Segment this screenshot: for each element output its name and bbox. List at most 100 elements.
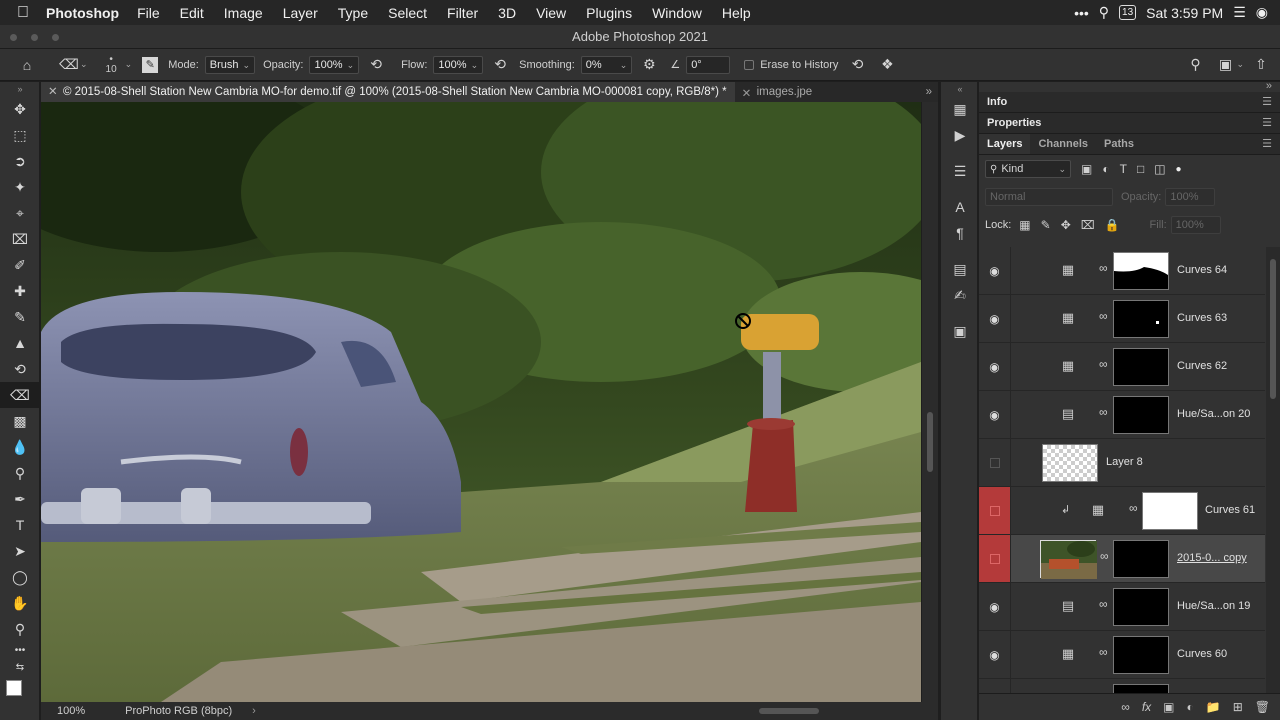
crop-tool-icon[interactable]: ⌖ (0, 200, 40, 226)
scroll-thumb[interactable] (927, 412, 933, 472)
pressure-size-icon[interactable]: ⟲ (846, 54, 868, 76)
pixel-filter-icon[interactable]: ▣ (1081, 162, 1092, 176)
layer-row[interactable]: ◉ ▦ ∞ Curves 63 (979, 295, 1265, 343)
layer-row[interactable] (979, 679, 1265, 693)
trash-icon[interactable]: 🗑 (1255, 700, 1270, 714)
info-panel-header[interactable]: Info ☰ (979, 92, 1280, 113)
layers-list[interactable]: ◉ ▦ ∞ Curves 64 ◉ ▦ ∞ Curves 63 ◉ ▦ ∞ Cu… (979, 247, 1265, 693)
adjustment-filter-icon[interactable]: ◐ (1102, 162, 1109, 176)
lock-pixels-icon[interactable]: ✎ (1041, 218, 1051, 232)
home-icon[interactable]: ⌂ (16, 54, 38, 76)
adjustments-panel-icon[interactable]: ▣ (941, 318, 979, 344)
link-layers-icon[interactable]: ∞ (1121, 700, 1130, 714)
calendar-icon[interactable]: 13 (1119, 5, 1137, 20)
layer-name[interactable]: Curves 60 (1177, 648, 1227, 660)
gradient-tool-icon[interactable]: ▩ (0, 408, 40, 434)
link-icon[interactable]: ∞ (1099, 261, 1109, 275)
foreground-color-swatch[interactable] (6, 680, 22, 696)
filter-toggle-icon[interactable]: ● (1176, 164, 1182, 175)
more-icon[interactable]: ••• (1074, 5, 1089, 21)
visibility-toggle[interactable] (979, 439, 1011, 486)
zoom-level[interactable]: 100% (57, 705, 85, 717)
layers-scrollbar[interactable] (1266, 247, 1280, 693)
layer-name[interactable]: Curves 64 (1177, 264, 1227, 276)
layer-row[interactable]: ↲ ▦ ∞ Curves 61 (979, 487, 1265, 535)
actions-panel-icon[interactable]: ▶ (941, 122, 979, 148)
layer-name[interactable]: 2015-0... copy (1177, 552, 1247, 564)
menu-view[interactable]: View (536, 5, 566, 21)
layer-row[interactable]: ◉ ▦ ∞ Curves 60 (979, 631, 1265, 679)
opacity-field[interactable]: 100% ⌄ (309, 55, 360, 74)
tab-paths[interactable]: Paths (1096, 134, 1142, 154)
blur-tool-icon[interactable]: 💧 (0, 434, 40, 460)
erase-to-history-checkbox[interactable] (744, 59, 755, 70)
eye-icon[interactable]: ◉ (979, 631, 1011, 678)
type-filter-icon[interactable]: T (1120, 162, 1127, 176)
lock-transparent-icon[interactable]: ▦ (1019, 218, 1030, 232)
magic-wand-tool-icon[interactable]: ✦ (0, 174, 40, 200)
document-tab-active[interactable]: ✕ © 2015-08-Shell Station New Cambria MO… (41, 82, 735, 102)
lasso-tool-icon[interactable]: ➲ (0, 148, 40, 174)
close-icon[interactable]: ✕ (48, 82, 58, 102)
brush-settings-icon[interactable]: ✎ (142, 56, 159, 73)
layer-mask-thumbnail[interactable] (1113, 348, 1169, 386)
new-group-icon[interactable]: 📁 (1206, 700, 1221, 714)
history-brush-tool-icon[interactable]: ⟲ (0, 356, 40, 382)
blend-mode-select[interactable]: Normal (985, 188, 1113, 206)
document-tab-images[interactable]: ✕ images.jpe (735, 86, 813, 100)
tab-layers[interactable]: Layers (979, 134, 1031, 154)
healing-brush-tool-icon[interactable]: ✚ (0, 278, 40, 304)
layer-row[interactable]: ◉ ▤ ∞ Hue/Sa...on 20 (979, 391, 1265, 439)
brush-settings-panel-icon[interactable]: ☰ (941, 158, 979, 184)
color-swatches[interactable] (0, 676, 40, 706)
layer-mask-thumbnail[interactable] (1142, 492, 1198, 530)
menu-3d[interactable]: 3D (498, 5, 516, 21)
link-icon[interactable]: ∞ (1100, 549, 1110, 563)
layer-opacity-field[interactable]: 100% (1165, 188, 1216, 206)
link-icon[interactable]: ∞ (1099, 405, 1109, 419)
swap-colors-icon[interactable]: ⇆ (0, 658, 40, 676)
frame-tool-icon[interactable]: ⌧ (0, 226, 40, 252)
layer-thumbnail[interactable] (1042, 444, 1098, 482)
chevron-down-icon[interactable]: ⌄ (1236, 59, 1244, 70)
menu-window[interactable]: Window (652, 5, 702, 21)
eye-icon[interactable]: ◉ (979, 343, 1011, 390)
move-tool-icon[interactable]: ✥ (0, 96, 40, 122)
shape-filter-icon[interactable]: □ (1137, 162, 1144, 176)
history-panel-icon[interactable]: ▦ (941, 96, 979, 122)
collapse-icon[interactable]: « (941, 82, 979, 96)
layer-name[interactable]: Layer 8 (1106, 456, 1143, 468)
tab-channels[interactable]: Channels (1030, 134, 1096, 154)
visibility-toggle[interactable] (979, 535, 1011, 582)
pen-tool-icon[interactable]: ✒ (0, 486, 40, 512)
brush-size-picker[interactable]: • 10 (106, 54, 117, 75)
type-tool-icon[interactable]: T (0, 512, 40, 538)
chevron-right-icon[interactable]: › (252, 705, 256, 717)
horizontal-scroll-thumb[interactable] (759, 708, 819, 714)
symmetry-icon[interactable]: ❖ (876, 54, 898, 76)
clock[interactable]: Sat 3:59 PM (1146, 5, 1223, 21)
hand-tool-icon[interactable]: ✋ (0, 590, 40, 616)
link-icon[interactable]: ∞ (1099, 309, 1109, 323)
menu-type[interactable]: Type (338, 5, 368, 21)
link-icon[interactable]: ∞ (1129, 501, 1139, 515)
eye-icon[interactable] (979, 679, 1011, 693)
layer-thumbnail[interactable] (1040, 540, 1097, 579)
panel-menu-icon[interactable]: ☰ (1262, 134, 1272, 155)
search-icon[interactable]: ⚲ (1099, 4, 1109, 21)
kind-filter-select[interactable]: ⚲ Kind ⌄ (985, 160, 1071, 178)
layer-mask-thumbnail[interactable] (1113, 636, 1169, 674)
notes-panel-icon[interactable]: ✍ (941, 282, 979, 308)
close-icon[interactable]: ✕ (742, 86, 752, 100)
menu-plugins[interactable]: Plugins (586, 5, 632, 21)
layer-row-selected[interactable]: ∞ 2015-0... copy (979, 535, 1265, 583)
window-controls[interactable] (10, 34, 59, 41)
menu-layer[interactable]: Layer (283, 5, 318, 21)
link-icon[interactable]: ∞ (1099, 597, 1109, 611)
scroll-thumb[interactable] (1270, 259, 1276, 399)
new-adjustment-icon[interactable]: ◐ (1187, 700, 1194, 714)
menu-edit[interactable]: Edit (180, 5, 204, 21)
more-tools-icon[interactable]: ••• (0, 642, 40, 658)
dodge-tool-icon[interactable]: ⚲ (0, 460, 40, 486)
share-icon[interactable]: ⇧ (1250, 54, 1272, 76)
